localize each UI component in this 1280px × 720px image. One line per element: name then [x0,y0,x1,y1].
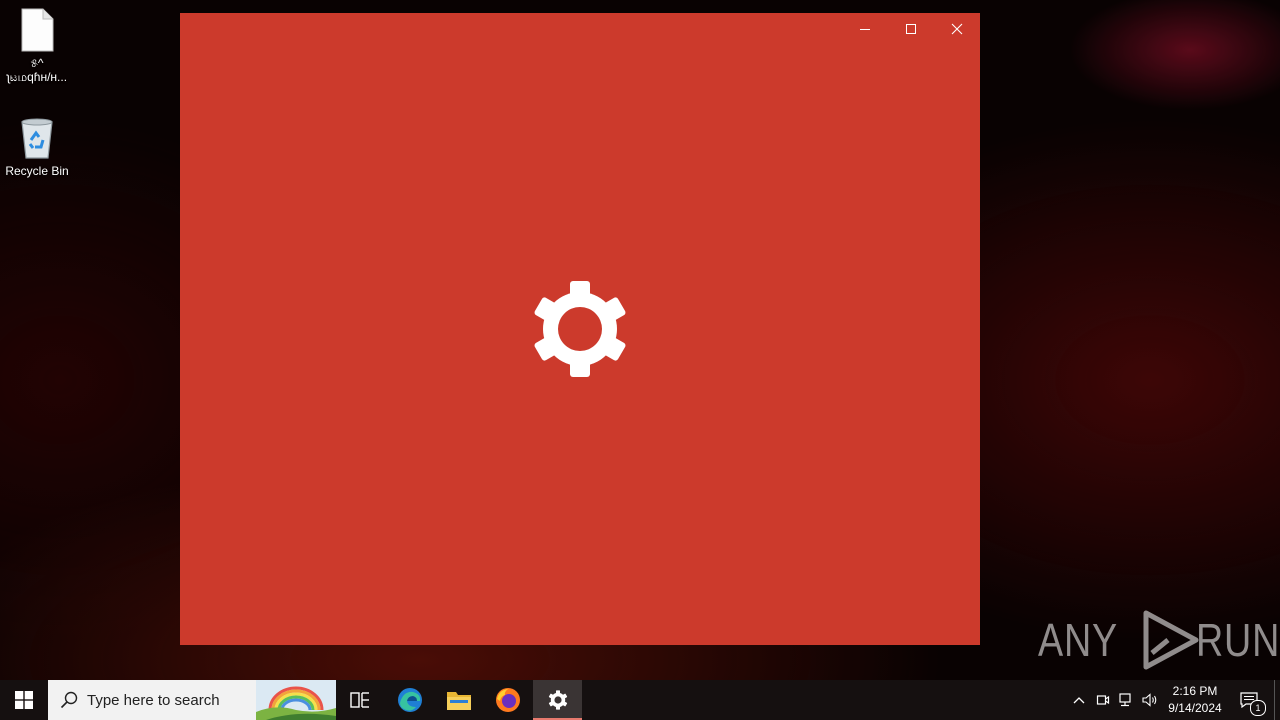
file-explorer-taskbar-button[interactable] [435,680,483,720]
edge-taskbar-button[interactable] [386,680,434,720]
watermark-left-text: ANY [1038,614,1119,666]
show-desktop-button[interactable] [1274,680,1280,720]
task-view-icon [350,692,369,708]
clock-date: 9/14/2024 [1168,701,1222,715]
watermark-right-text: RUN [1195,614,1280,666]
edge-icon [398,688,422,712]
meet-now-button[interactable] [1093,680,1113,720]
search-placeholder: Type here to search [87,691,220,709]
minimize-button[interactable] [842,13,888,45]
task-view-button[interactable] [336,680,384,720]
minimize-icon [860,29,870,30]
chevron-up-icon [1073,697,1085,704]
windows-logo-icon [15,691,33,709]
desktop-recycle-bin[interactable]: Recycle Bin [0,116,74,178]
maximize-icon [906,24,916,34]
taskbar: Type here to search 2:16 PM 9/14/2024 1 [0,680,1280,720]
network-icon [1119,693,1131,707]
file-explorer-icon [447,692,471,710]
start-button[interactable] [0,680,48,720]
notification-count-badge: 1 [1250,700,1266,716]
desktop-file-icon[interactable]: ୫^ ʅಟமqɦʜ/ʜ... [0,8,74,84]
clock-time: 2:16 PM [1172,684,1218,698]
settings-window [180,13,980,645]
maximize-button[interactable] [888,13,934,45]
taskbar-clock[interactable]: 2:16 PM 9/14/2024 [1164,680,1226,720]
speaker-icon [1142,693,1157,707]
show-hidden-icons-button[interactable] [1068,680,1090,720]
gear-icon [534,281,626,377]
volume-button[interactable] [1140,680,1162,720]
taskbar-search-box[interactable]: Type here to search [48,680,336,720]
recycle-bin-icon [21,118,53,159]
recycle-bin-label: Recycle Bin [5,164,69,178]
firefox-icon [496,688,520,712]
blank-file-icon [21,8,54,52]
desktop-file-label-line2: ʅಟமqɦʜ/ʜ... [6,70,68,84]
search-icon [60,691,78,709]
action-center-button[interactable]: 1 [1232,680,1266,720]
firefox-taskbar-button[interactable] [484,680,532,720]
meet-now-icon [1096,695,1110,705]
close-button[interactable] [934,13,980,45]
desktop-file-label-line1: ୫^ [30,56,44,70]
network-button[interactable] [1116,680,1138,720]
settings-gear-icon [548,690,567,710]
play-triangle-icon [1143,610,1199,670]
close-icon [951,23,963,35]
settings-taskbar-button[interactable] [533,680,582,720]
anyrun-watermark: ANY RUN [1038,608,1280,672]
search-highlight-rainbow-icon [256,680,336,720]
